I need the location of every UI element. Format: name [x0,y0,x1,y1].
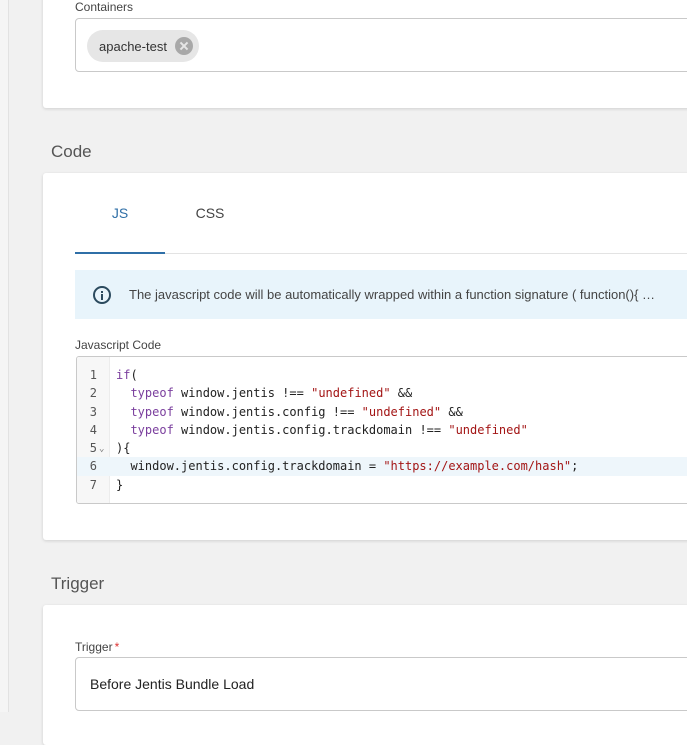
code-line[interactable]: 7} [77,476,687,494]
trigger-select[interactable]: Before Jentis Bundle Load [75,657,687,711]
containers-card: Containers apache-test [43,0,687,108]
code-line[interactable]: 1 if( [77,366,687,384]
code-card: JS CSS The javascript code will be autom… [43,173,687,540]
editor-label: Javascript Code [75,338,162,352]
tab-css-label: CSS [195,205,225,221]
code-text: } [116,477,124,492]
containers-label: Containers [75,0,134,14]
info-icon [93,285,111,304]
code-line[interactable]: 3 typeof window.jentis.config !== "undef… [77,403,687,421]
container-chip-label: apache-test [99,38,167,54]
code-lines: 1 if( 2 typeof window.jentis !== "undefine… [77,366,687,494]
trigger-section-title: Trigger [51,574,105,593]
tab-js-label: JS [111,205,129,221]
trigger-card: Trigger * Before Jentis Bundle Load [43,605,687,745]
code-line[interactable]: 2 typeof window.jentis !== "undefined" &… [77,384,687,402]
code-text: typeof window.jentis !== "undefined" && [130,386,413,401]
trigger-select-value: Before Jentis Bundle Load [90,676,255,692]
code-text: if( [116,368,138,382]
line-number: 1 [89,368,97,382]
code-editor[interactable]: 1 if( 2 typeof window.jentis !== "undefine… [76,356,687,504]
info-text: The javascript code will be automaticall… [129,287,656,302]
trigger-label-text: Trigger [75,640,113,654]
code-line[interactable]: 4 typeof window.jentis.config.trackdomai… [77,421,687,439]
line-number: 7 [89,477,97,492]
info-banner: The javascript code will be automaticall… [75,270,687,319]
code-line[interactable]: 6 window.jentis.config.trackdomain = "ht… [77,457,687,476]
code-line[interactable]: 5 ⌄ ){ [77,439,687,457]
fold-chevron-icon[interactable]: ⌄ [99,440,104,458]
container-chip[interactable]: apache-test [87,30,199,62]
tab-js[interactable]: JS [75,173,165,254]
code-text: typeof window.jentis.config !== "undefin… [130,404,463,419]
trigger-field-label: Trigger * [75,640,119,654]
line-number: 2 [89,386,97,401]
active-tab-indicator [75,252,165,254]
containers-input[interactable]: apache-test [75,18,687,72]
code-text: typeof window.jentis.config.trackdomain … [130,422,528,437]
tab-css[interactable]: CSS [165,173,255,253]
code-tabs: JS CSS [75,173,687,254]
code-text: ){ [116,441,131,456]
code-text: window.jentis.config.trackdomain = "http… [116,459,579,474]
remove-chip-icon[interactable] [174,37,193,55]
required-mark: * [114,640,120,654]
line-number: 5 [89,441,97,456]
line-number: 4 [89,422,97,437]
code-section-title: Code [51,142,92,161]
line-number: 3 [89,404,97,419]
line-number: 6 [89,459,97,474]
left-rail [0,0,9,712]
